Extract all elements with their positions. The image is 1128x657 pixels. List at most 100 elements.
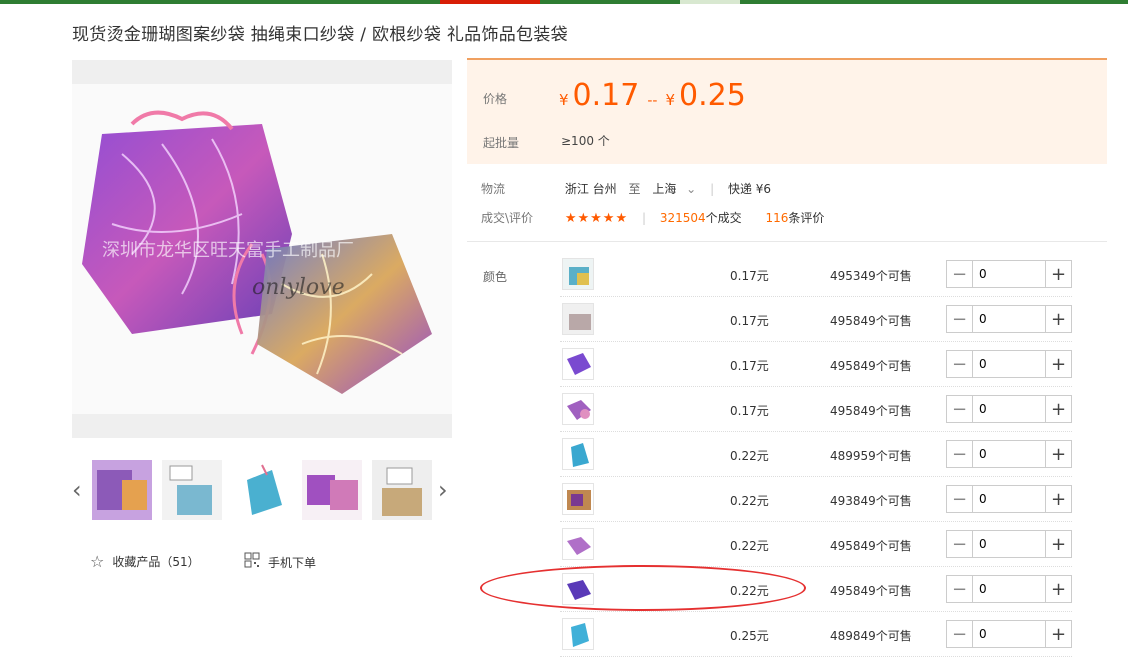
sku-stock: 495349个可售 [830,269,912,283]
decrease-button[interactable]: − [947,306,973,332]
currency-symbol: ¥ [559,91,569,109]
quantity-stepper: − + [946,485,1072,513]
quantity-stepper: − + [946,530,1072,558]
sku-stock: 495849个可售 [830,359,912,373]
quantity-input[interactable] [973,261,1045,287]
quantity-input[interactable] [973,441,1045,467]
quantity-stepper: − + [946,575,1072,603]
increase-button[interactable]: + [1045,441,1071,467]
sku-price: 0.22元 [730,539,769,553]
increase-button[interactable]: + [1045,576,1071,602]
quantity-stepper: − + [946,395,1072,423]
qr-code-icon [244,552,260,572]
top-color-bar [0,0,1128,4]
sku-swatch[interactable] [562,618,594,650]
sku-swatch[interactable] [562,303,594,335]
sku-price: 0.25元 [730,629,769,643]
sku-row: 0.17元 495849个可售 − + [560,342,1072,387]
decrease-button[interactable]: − [947,621,973,647]
deals-count: 321504 [659,211,706,225]
sku-price: 0.17元 [730,314,769,328]
shipping-section: 物流 浙江 台州 至 上海 ⌄ | 快递 ¥6 成交\评价 ★★★★★ | 32… [481,182,825,226]
reviews-count: 116 [765,211,789,225]
increase-button[interactable]: + [1045,351,1071,377]
thumbnail-2[interactable] [162,460,222,520]
quantity-input[interactable] [973,351,1045,377]
ship-to-word: 至 [628,182,641,196]
reviews-suffix: 条评价 [788,211,825,225]
decrease-button[interactable]: − [947,441,973,467]
sku-row: 0.25元 489849个可售 − + [560,612,1072,657]
sku-price: 0.22元 [730,449,769,463]
sku-stock: 495849个可售 [830,584,912,598]
reviews-link[interactable]: 116条评价 [765,211,824,225]
sku-swatch[interactable] [562,393,594,425]
quantity-input[interactable] [973,576,1045,602]
watermark-cn: 深圳市龙华区旺天富手工制品厂 [102,240,354,261]
chevron-right-icon[interactable]: › [438,476,448,504]
quantity-stepper: − + [946,440,1072,468]
quantity-stepper: − + [946,350,1072,378]
product-title: 现货烫金珊瑚图案纱袋 抽绳束口纱袋 / 欧根纱袋 礼品饰品包装袋 [72,25,568,45]
ship-to-city: 上海 [652,182,677,196]
sku-swatch[interactable] [562,258,594,290]
sku-price: 0.17元 [730,269,769,283]
color-label: 颜色 [483,270,508,284]
shipping-label: 物流 [481,182,506,196]
quantity-stepper: − + [946,260,1072,288]
sku-row: 0.22元 489959个可售 − + [560,432,1072,477]
increase-button[interactable]: + [1045,621,1071,647]
red-circle-annotation [480,565,806,611]
decrease-button[interactable]: − [947,351,973,377]
price-separator: -- [647,93,658,109]
sku-swatch[interactable] [562,438,594,470]
main-product-image[interactable]: 深圳市龙华区旺天富手工制品厂 onlylove [72,84,452,414]
currency-symbol: ¥ [665,91,675,109]
increase-button[interactable]: + [1045,486,1071,512]
price-panel: 价格 ¥ 0.17 -- ¥ 0.25 起批量 ≥100 个 [467,58,1107,164]
decrease-button[interactable]: − [947,261,973,287]
moq-label: 起批量 [483,136,520,150]
quantity-stepper: − + [946,620,1072,648]
price-range: ¥ 0.17 -- ¥ 0.25 [559,78,746,113]
sku-stock: 489849个可售 [830,629,912,643]
decrease-button[interactable]: − [947,396,973,422]
decrease-button[interactable]: − [947,576,973,602]
quantity-input[interactable] [973,396,1045,422]
thumbnail-3[interactable] [232,460,292,520]
sku-swatch[interactable] [562,483,594,515]
ship-to-select[interactable]: 上海 ⌄ [652,182,696,196]
deals-suffix: 个成交 [705,211,742,225]
star-outline-icon: ☆ [90,552,105,571]
price-high: 0.25 [679,78,746,113]
increase-button[interactable]: + [1045,531,1071,557]
section-divider [467,241,1107,242]
quantity-stepper: − + [946,305,1072,333]
mobile-order-button[interactable]: 手机下单 [244,552,316,572]
sku-row: 0.22元 495849个可售 − + [560,522,1072,567]
sku-stock: 495849个可售 [830,539,912,553]
image-band-top [72,60,452,84]
mobile-order-label: 手机下单 [268,555,317,570]
quantity-input[interactable] [973,486,1045,512]
quantity-input[interactable] [973,621,1045,647]
favorite-button[interactable]: ☆ 收藏产品（51） [90,552,200,571]
deals-link[interactable]: 321504个成交 [660,211,742,225]
quantity-input[interactable] [973,306,1045,332]
sku-row: 0.17元 495849个可售 − + [560,297,1072,342]
decrease-button[interactable]: − [947,531,973,557]
increase-button[interactable]: + [1045,261,1071,287]
express-fee: 快递 ¥6 [727,182,772,196]
increase-button[interactable]: + [1045,306,1071,332]
sku-swatch[interactable] [562,528,594,560]
thumbnail-5[interactable] [372,460,432,520]
thumbnail-1[interactable] [92,460,152,520]
sku-swatch[interactable] [562,348,594,380]
decrease-button[interactable]: − [947,486,973,512]
quantity-input[interactable] [973,531,1045,557]
thumbnail-4[interactable] [302,460,362,520]
price-low: 0.17 [572,78,640,113]
chevron-down-icon: ⌄ [686,182,697,196]
chevron-left-icon[interactable]: ‹ [72,476,82,504]
increase-button[interactable]: + [1045,396,1071,422]
